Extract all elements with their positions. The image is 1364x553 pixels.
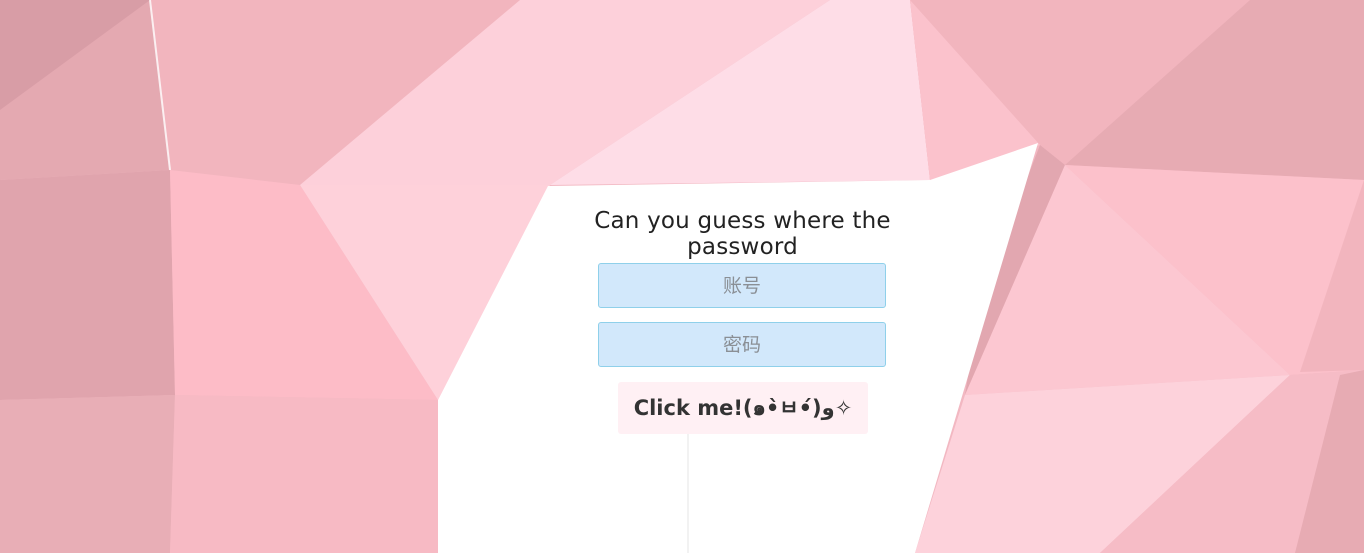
submit-button[interactable]: Click me!(๑•̀ㅂ•́)و✧ xyxy=(618,382,868,434)
page-title: Can you guess where the password xyxy=(594,208,891,260)
login-panel: Can you guess where the password Click m… xyxy=(540,200,945,445)
password-input[interactable] xyxy=(598,322,886,367)
username-input[interactable] xyxy=(598,263,886,308)
page-root: Can you guess where the password Click m… xyxy=(0,0,1364,553)
